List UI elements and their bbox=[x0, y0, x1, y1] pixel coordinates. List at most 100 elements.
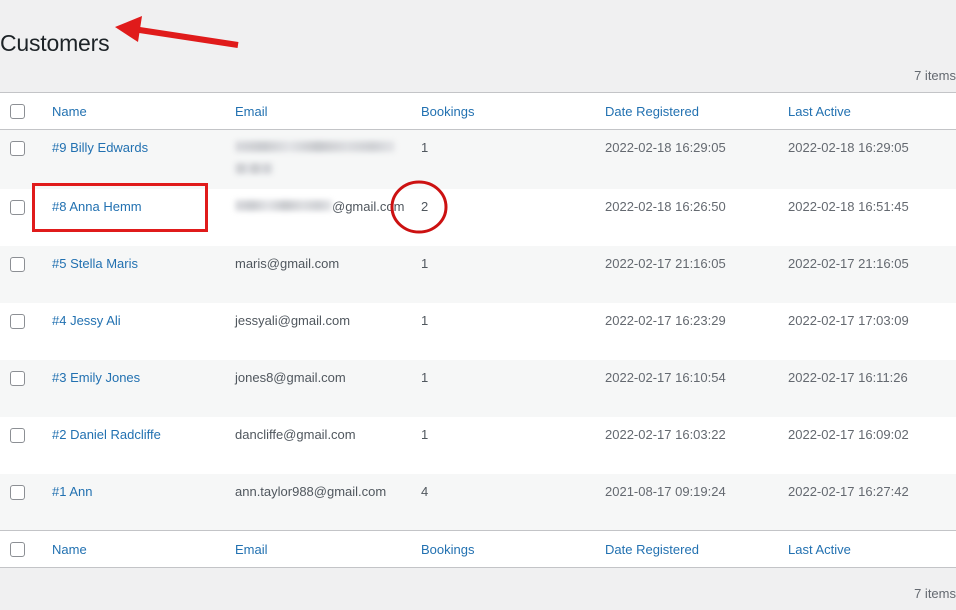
customer-last-active-cell: 2022-02-17 16:09:02 bbox=[788, 426, 909, 442]
column-header-bookings[interactable]: Bookings bbox=[421, 92, 605, 130]
customer-name-link[interactable]: #1 Ann bbox=[52, 484, 93, 499]
customer-last-active-cell: 2022-02-18 16:29:05 bbox=[788, 140, 909, 155]
table-row: #1 Ann ann.taylor988@gmail.com 4 2021-08-17… bbox=[0, 473, 956, 531]
redacted-email-block bbox=[235, 199, 332, 211]
page-title: Customers bbox=[0, 30, 110, 57]
sort-link-bookings[interactable]: Bookings bbox=[421, 104, 474, 119]
tablenav-bottom: 7 items bbox=[0, 568, 956, 610]
sort-link-last-active-footer[interactable]: Last Active bbox=[788, 542, 851, 557]
customer-email-text: jessyali@gmail.com bbox=[235, 312, 351, 328]
customer-date-registered-cell: 2022-02-17 21:16:05 bbox=[605, 255, 726, 271]
customer-email-text: @gmail.com bbox=[332, 198, 405, 214]
customer-name-link[interactable]: #8 Anna Hemm bbox=[52, 199, 142, 214]
table-row: #9 Billy Edwards 1 2022-02-18 16:29:05 2022… bbox=[0, 129, 956, 189]
customer-last-active-cell: 2022-02-17 21:16:05 bbox=[788, 255, 909, 271]
row-checkbox[interactable] bbox=[10, 427, 25, 443]
column-footer-email[interactable]: Email bbox=[235, 530, 421, 568]
column-header-date-registered[interactable]: Date Registered bbox=[605, 92, 788, 130]
customer-email-cell: jones8@gmail.com bbox=[235, 360, 421, 417]
row-checkbox[interactable] bbox=[10, 199, 25, 215]
sort-link-date-registered-footer[interactable]: Date Registered bbox=[605, 542, 699, 557]
select-all-checkbox-top[interactable] bbox=[10, 103, 25, 119]
customer-name-link[interactable]: #2 Daniel Radcliffe bbox=[52, 427, 161, 442]
row-select-cell[interactable] bbox=[0, 360, 52, 417]
customer-email-cell: ann.taylor988@gmail.com bbox=[235, 474, 421, 531]
customers-table: Name Email Bookings Date Registered Last… bbox=[0, 92, 956, 569]
customer-bookings-cell: 1 bbox=[421, 312, 429, 328]
row-checkbox[interactable] bbox=[10, 313, 25, 329]
customer-name-link[interactable]: #5 Stella Maris bbox=[52, 256, 138, 271]
row-checkbox[interactable] bbox=[10, 256, 25, 272]
customer-bookings-cell: 2 bbox=[421, 198, 429, 214]
customer-last-active-cell: 2022-02-17 17:03:09 bbox=[788, 312, 909, 328]
table-header-row: Name Email Bookings Date Registered Last… bbox=[0, 92, 956, 130]
customer-name-cell: #1 Ann bbox=[52, 474, 235, 531]
table-foot: Name Email Bookings Date Registered Last… bbox=[0, 530, 956, 568]
select-all-header[interactable] bbox=[0, 92, 52, 130]
row-select-cell[interactable] bbox=[0, 130, 52, 189]
sort-link-last-active[interactable]: Last Active bbox=[788, 104, 851, 119]
customer-email-text: ann.taylor988@gmail.com bbox=[235, 483, 387, 499]
customer-name-link[interactable]: #9 Billy Edwards bbox=[52, 140, 148, 155]
table-row: #3 Emily Jones jones8@gmail.com 1 2022-02-1… bbox=[0, 359, 956, 417]
customer-bookings-cell: 1 bbox=[421, 369, 429, 385]
sort-link-bookings-footer[interactable]: Bookings bbox=[421, 542, 474, 557]
customer-email-cell: jessyali@gmail.com bbox=[235, 303, 421, 360]
column-header-email[interactable]: Email bbox=[235, 92, 421, 130]
customer-email-cell: maris@gmail.com bbox=[235, 246, 421, 303]
customer-name-cell: #3 Emily Jones bbox=[52, 360, 235, 417]
column-footer-bookings[interactable]: Bookings bbox=[421, 530, 605, 568]
customer-name-cell: #4 Jessy Ali bbox=[52, 303, 235, 360]
table-row: #5 Stella Maris maris@gmail.com 1 2022-02-1… bbox=[0, 245, 956, 303]
page-header: Customers bbox=[0, 0, 956, 56]
column-footer-date-registered[interactable]: Date Registered bbox=[605, 530, 788, 568]
row-select-cell[interactable] bbox=[0, 189, 52, 246]
select-all-checkbox-bottom[interactable] bbox=[10, 541, 25, 557]
customer-date-registered-cell: 2021-08-17 09:19:24 bbox=[605, 483, 726, 499]
customer-email-text: jones8@gmail.com bbox=[235, 369, 346, 385]
item-count-bottom: 7 items bbox=[914, 586, 956, 602]
customer-bookings-cell: 1 bbox=[421, 426, 429, 442]
sort-link-date-registered[interactable]: Date Registered bbox=[605, 104, 699, 119]
sort-link-name[interactable]: Name bbox=[52, 104, 87, 119]
row-checkbox[interactable] bbox=[10, 370, 25, 386]
table-row: #2 Daniel Radcliffe dancliffe@gmail.com 1 2… bbox=[0, 416, 956, 474]
customer-email-text: maris@gmail.com bbox=[235, 255, 340, 271]
customer-date-registered-cell: 2022-02-17 16:10:54 bbox=[605, 369, 726, 385]
row-checkbox[interactable] bbox=[10, 141, 25, 157]
sort-link-email[interactable]: Email bbox=[235, 104, 268, 119]
customer-bookings-cell: 1 bbox=[421, 140, 429, 155]
item-count-top: 7 items bbox=[914, 68, 956, 83]
customer-email-text: dancliffe@gmail.com bbox=[235, 426, 356, 442]
customer-name-link[interactable]: #4 Jessy Ali bbox=[52, 313, 121, 328]
customer-email-cell: @gmail.com bbox=[235, 189, 421, 246]
customer-last-active-cell: 2022-02-17 16:27:42 bbox=[788, 483, 909, 499]
row-select-cell[interactable] bbox=[0, 417, 52, 474]
column-header-name[interactable]: Name bbox=[52, 92, 235, 130]
customer-date-registered-cell: 2022-02-17 16:03:22 bbox=[605, 426, 726, 442]
sort-link-email-footer[interactable]: Email bbox=[235, 542, 268, 557]
column-footer-last-active[interactable]: Last Active bbox=[788, 530, 956, 568]
select-all-footer[interactable] bbox=[0, 530, 52, 568]
customer-last-active-cell: 2022-02-18 16:51:45 bbox=[788, 198, 909, 214]
row-checkbox[interactable] bbox=[10, 484, 25, 500]
row-select-cell[interactable] bbox=[0, 303, 52, 360]
table-footer-row: Name Email Bookings Date Registered Last… bbox=[0, 530, 956, 568]
customer-date-registered-cell: 2022-02-17 16:23:29 bbox=[605, 312, 726, 328]
customer-name-cell: #5 Stella Maris bbox=[52, 246, 235, 303]
customer-last-active-cell: 2022-02-17 16:11:26 bbox=[788, 369, 908, 385]
column-header-last-active[interactable]: Last Active bbox=[788, 92, 956, 130]
row-select-cell[interactable] bbox=[0, 246, 52, 303]
sort-link-name-footer[interactable]: Name bbox=[52, 542, 87, 557]
customer-date-registered-cell: 2022-02-18 16:29:05 bbox=[605, 140, 726, 155]
customer-date-registered-cell: 2022-02-18 16:26:50 bbox=[605, 198, 726, 214]
column-footer-name[interactable]: Name bbox=[52, 530, 235, 568]
tablenav-top: 7 items bbox=[0, 56, 956, 92]
customer-name-cell: #8 Anna Hemm bbox=[52, 189, 235, 246]
table-body: #9 Billy Edwards 1 2022-02-18 16:29:05 2022… bbox=[0, 129, 956, 531]
customer-email-cell bbox=[235, 130, 421, 189]
customer-name-cell: #9 Billy Edwards bbox=[52, 130, 235, 189]
redacted-email-block bbox=[235, 162, 273, 174]
customer-name-link[interactable]: #3 Emily Jones bbox=[52, 370, 140, 385]
row-select-cell[interactable] bbox=[0, 474, 52, 531]
